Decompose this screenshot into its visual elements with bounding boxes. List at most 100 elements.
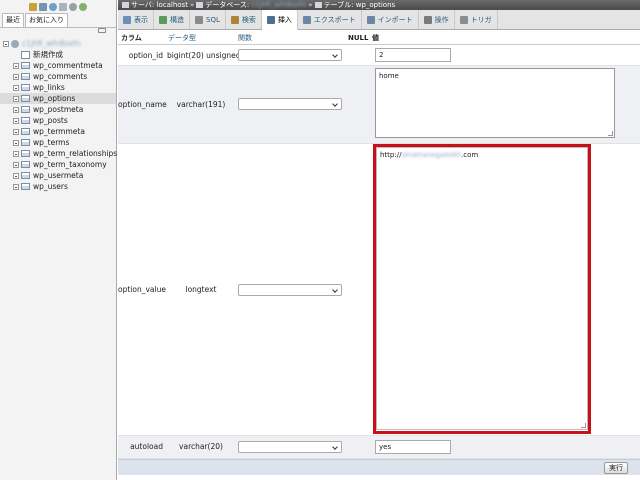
database-icon [11,39,19,48]
table-name: wp_termmeta [33,127,85,136]
reload-icon[interactable] [79,3,87,11]
expand-table-icon[interactable] [13,84,19,91]
resize-handle-icon[interactable] [608,131,613,136]
collapse-db-icon[interactable] [3,40,9,47]
tab-label: 操作 [434,15,449,24]
expand-table-icon[interactable] [13,161,19,168]
tab-sql[interactable]: SQL [190,10,226,29]
tree-table[interactable]: wp_commentmeta [0,60,116,71]
expand-table-icon[interactable] [13,183,19,190]
sql-icon [195,15,203,24]
expand-table-icon[interactable] [13,73,19,80]
header-type[interactable]: データ型 [168,33,196,43]
header-column: カラム [121,34,142,42]
column-name: option_name [118,100,167,109]
header-value: 値 [372,34,379,42]
tree-table[interactable]: wp_term_taxonomy [0,159,116,170]
tree-table[interactable]: wp_terms [0,137,116,148]
row-autoload: autoload varchar(20) yes [118,436,640,459]
import-icon [366,15,375,24]
table-name: wp_links [33,83,65,92]
column-name: autoload [130,442,163,451]
table-icon [21,84,30,91]
function-select[interactable] [238,98,342,110]
expand-table-icon[interactable] [13,139,19,146]
value-input[interactable]: yes [375,440,451,454]
triggers-icon [459,15,468,24]
tab-structure[interactable]: 構造 [154,10,190,29]
table-icon [21,139,30,146]
tab-recent[interactable]: 最近 [2,13,24,27]
tree-table[interactable]: wp_options [0,93,116,104]
link-collapse-icon[interactable] [98,28,106,33]
breadcrumb-database-name[interactable]: c1jhfi_wfn8oxfn [251,1,306,9]
expand-table-icon[interactable] [13,62,19,69]
highlight-frame [373,144,591,434]
tab-insert[interactable]: 挿入 [261,10,298,30]
function-select[interactable] [238,441,342,453]
table-icon [21,106,30,113]
table-name: wp_posts [33,116,68,125]
tree-new-table[interactable]: 新規作成 [0,49,116,60]
tab-browse[interactable]: 表示 [118,10,154,29]
expand-table-icon[interactable] [13,117,19,124]
home-icon[interactable] [29,3,37,11]
expand-table-icon[interactable] [13,172,19,179]
value-input[interactable]: 2 [375,48,451,62]
operations-icon [423,15,432,24]
expand-table-icon[interactable] [13,95,19,102]
expand-table-icon[interactable] [13,150,19,157]
tree-database[interactable]: c1jhfi_wfn8oxfn [0,38,116,49]
table-name: wp_term_taxonomy [33,160,107,169]
table-icon [21,128,30,135]
header-function[interactable]: 関数 [238,33,252,43]
breadcrumb-database-prefix[interactable]: データベース: [205,1,251,9]
tree-table[interactable]: wp_comments [0,71,116,82]
tab-export[interactable]: エクスポート [298,10,362,29]
settings-icon[interactable] [69,3,77,11]
nav-toolbar [0,1,116,13]
tree-table[interactable]: wp_term_relationships [0,148,117,159]
tree-table[interactable]: wp_links [0,82,116,93]
breadcrumb-server[interactable]: サーバ: localhost [131,1,188,9]
table-name: wp_usermeta [33,171,84,180]
help-icon[interactable] [49,3,57,11]
tree-table[interactable]: wp_usermeta [0,170,116,181]
database-icon [196,2,204,8]
expand-table-icon[interactable] [13,106,19,113]
tree-table[interactable]: wp_users [0,181,116,192]
column-name: option_value [118,285,166,294]
value-text: home [379,72,399,80]
table-icon [21,183,30,190]
tree-table[interactable]: wp_postmeta [0,104,116,115]
server-icon [122,2,129,8]
expand-table-icon[interactable] [13,128,19,135]
tab-favorites[interactable]: お気に入り [25,13,68,27]
tab-search[interactable]: 検索 [226,10,262,29]
search-icon [230,15,239,24]
breadcrumb-separator: » [189,1,195,9]
table-name: wp_terms [33,138,70,147]
table-name: wp_options [33,94,76,103]
tab-triggers[interactable]: トリガ [455,10,498,29]
tree-table[interactable]: wp_posts [0,115,116,126]
function-select[interactable] [238,284,342,296]
table-icon [21,161,30,168]
tree-table[interactable]: wp_termmeta [0,126,116,137]
tab-operations[interactable]: 操作 [419,10,455,29]
table-list: wp_commentmeta wp_comments wp_links wp_opti… [0,60,117,192]
breadcrumb-table[interactable]: テーブル: wp_options [324,1,396,9]
column-name: option_id [128,51,163,60]
value-textarea[interactable]: home [375,68,615,138]
function-select[interactable] [238,49,342,61]
new-table-label: 新規作成 [33,50,63,59]
tab-import[interactable]: インポート [362,10,419,29]
column-type: bigint(20) unsigned [167,51,241,60]
logout-icon[interactable] [39,3,47,11]
submit-button[interactable]: 実行 [604,462,628,474]
docs-icon[interactable] [59,3,67,11]
table-icon [21,73,30,80]
row-option-name: option_name varchar(191) home [118,66,640,144]
tab-label: エクスポート [313,15,356,24]
export-icon [302,15,311,24]
